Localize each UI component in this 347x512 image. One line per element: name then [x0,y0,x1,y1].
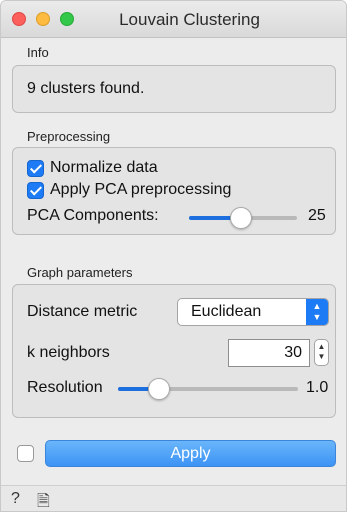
pca-components-slider[interactable] [189,207,297,229]
apply-button[interactable]: Apply [45,440,336,467]
apply-pca-checkbox[interactable] [27,182,44,199]
louvain-clustering-window: Louvain Clustering Info 9 clusters found… [0,0,347,512]
distance-metric-value: Euclidean [191,303,262,320]
titlebar: Louvain Clustering [1,1,346,38]
info-text: 9 clusters found. [27,80,145,97]
normalize-data-checkbox[interactable] [27,160,44,177]
k-neighbors-input[interactable]: 30 [228,339,310,367]
document-icon[interactable]: 🗎 [37,490,50,511]
pca-slider-handle[interactable] [229,207,252,229]
window-title: Louvain Clustering [119,10,260,29]
pca-components-value: 25 [308,207,326,224]
apply-pca-label[interactable]: Apply PCA preprocessing [50,181,231,199]
distance-metric-select[interactable]: Euclidean ▲ ▼ [177,298,329,326]
resolution-label: Resolution [27,379,103,396]
auto-apply-checkbox[interactable] [17,445,34,462]
status-bar: ? 🗎 [1,485,346,511]
pca-components-label: PCA Components: [27,207,159,224]
updown-chevron-icon: ▲ ▼ [306,299,328,325]
question-mark-icon[interactable]: ? [11,490,20,508]
k-neighbors-stepper[interactable]: ▲ ▼ [314,339,329,366]
graph-parameters-section-label: Graph parameters [27,265,133,280]
resolution-slider[interactable] [118,378,298,400]
preprocessing-section-label: Preprocessing [27,129,111,144]
distance-metric-label: Distance metric [27,303,138,320]
resolution-value: 1.0 [306,379,329,396]
info-section-label: Info [27,45,49,60]
k-neighbors-label: k neighbors [27,344,110,361]
normalize-data-label[interactable]: Normalize data [50,159,158,177]
